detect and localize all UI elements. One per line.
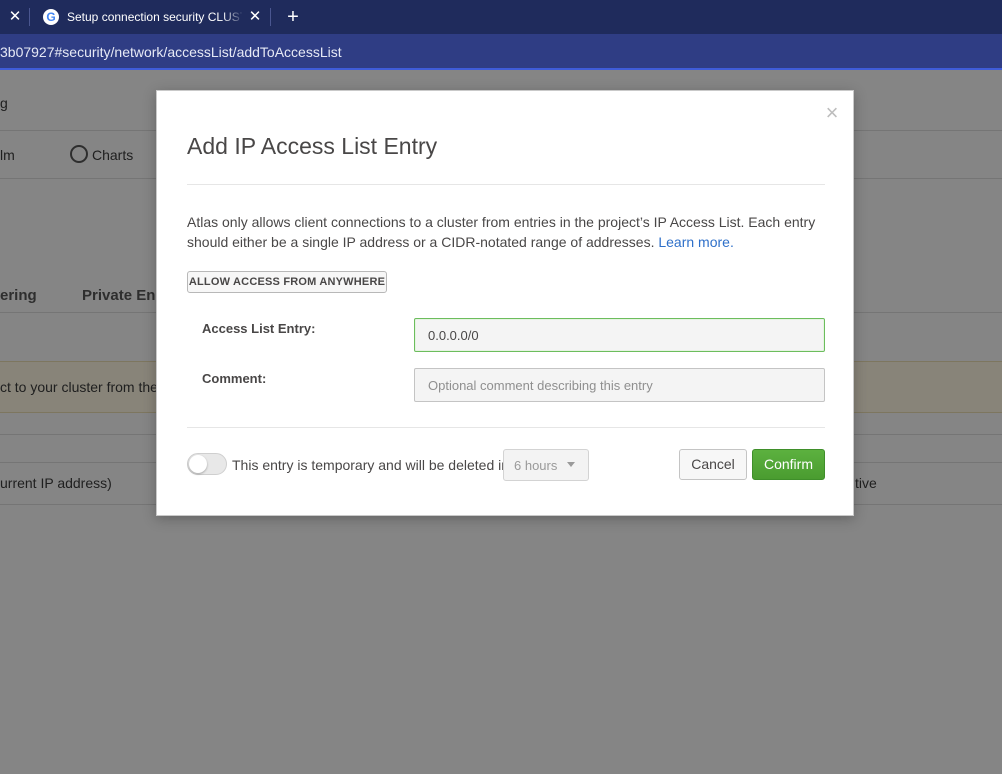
comment-input[interactable]: [414, 368, 825, 402]
toggle-knob: [189, 455, 207, 473]
add-ip-access-list-modal: × Add IP Access List Entry Atlas only al…: [156, 90, 854, 516]
close-previous-tab-icon[interactable]: ✕: [6, 8, 24, 26]
hours-select[interactable]: 6 hours: [503, 449, 589, 481]
close-tab-icon[interactable]: ✕: [246, 8, 264, 26]
tab-divider: [29, 8, 30, 26]
confirm-button[interactable]: Confirm: [752, 449, 825, 480]
hours-select-value: 6 hours: [514, 458, 558, 473]
access-list-entry-label: Access List Entry:: [202, 321, 316, 336]
browser-tab-active[interactable]: G Setup connection security CLUST ✕: [32, 0, 268, 34]
new-tab-icon[interactable]: +: [282, 6, 304, 28]
browser-tab-bar: ✕ G Setup connection security CLUST ✕ +: [0, 0, 1002, 34]
tab-title: Setup connection security CLUST: [67, 10, 242, 24]
caret-down-icon: [567, 462, 575, 467]
divider: [187, 427, 825, 428]
modal-description: Atlas only allows client connections to …: [187, 212, 827, 252]
temporary-entry-text: This entry is temporary and will be dele…: [232, 457, 510, 473]
url-text[interactable]: 3b07927#security/network/accessList/addT…: [0, 44, 342, 60]
google-favicon-icon: G: [43, 9, 59, 25]
modal-title: Add IP Access List Entry: [187, 133, 438, 159]
divider: [187, 184, 825, 185]
access-list-entry-input[interactable]: [414, 318, 825, 352]
allow-access-from-anywhere-button[interactable]: ALLOW ACCESS FROM ANYWHERE: [187, 271, 387, 293]
temporary-entry-toggle[interactable]: [187, 453, 227, 475]
address-bar[interactable]: 3b07927#security/network/accessList/addT…: [0, 34, 1002, 70]
cancel-button[interactable]: Cancel: [679, 449, 747, 480]
close-icon[interactable]: ×: [822, 102, 842, 124]
comment-label: Comment:: [202, 371, 267, 386]
learn-more-link[interactable]: Learn more.: [658, 234, 733, 250]
tab-divider: [270, 8, 271, 26]
